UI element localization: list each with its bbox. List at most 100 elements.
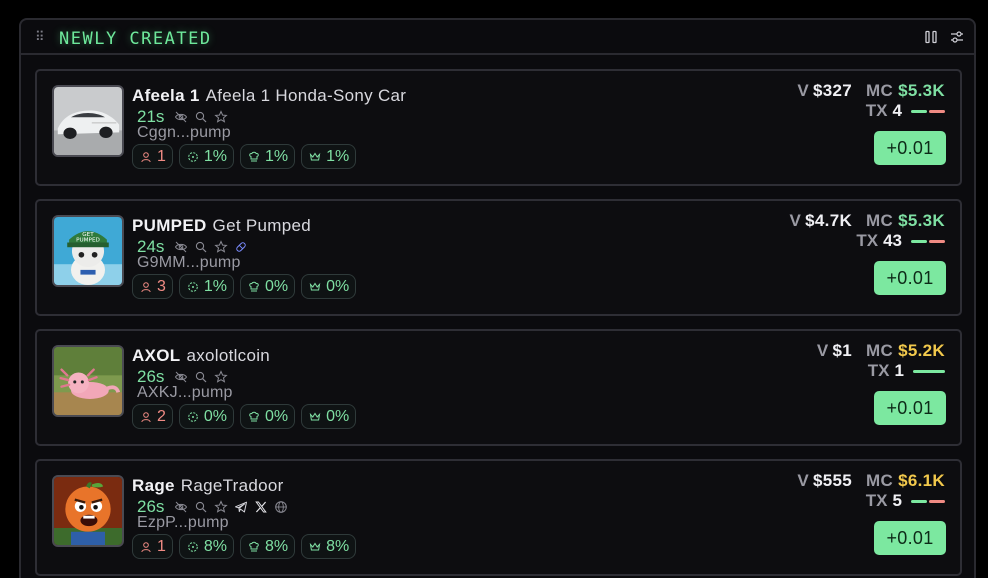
token-avatar[interactable] [52, 345, 124, 417]
star-icon[interactable] [214, 110, 229, 124]
token-avatar[interactable]: GET PUMPED [52, 215, 124, 287]
market-cap-label: MC [866, 471, 894, 490]
chef-pill: 8% [240, 534, 296, 559]
top-holders-percent: 0% [326, 277, 350, 295]
chef-pill: 0% [240, 274, 296, 299]
tx-buy-segment [913, 369, 945, 373]
market-cap-value: $5.2K [898, 341, 945, 360]
token-market-stats: V $555 MC $6.1K TX 5 [797, 471, 945, 511]
holders-pill: 1 [132, 534, 173, 559]
token-card-3[interactable]: AXOL axolotlcoin 26s AXKJ...pump 2 0% 0% … [35, 329, 962, 446]
token-name: Afeela 1 Honda-Sony Car [205, 86, 407, 105]
token-ticker: Rage [132, 476, 175, 495]
sniper-pill: 8% [178, 534, 235, 559]
drag-handle-icon[interactable]: ⠿ [35, 30, 44, 44]
token-ticker: Afeela 1 [132, 86, 200, 105]
volume-value: $4.7K [805, 211, 853, 230]
token-address[interactable]: Cggn...pump [137, 124, 231, 142]
telegram-icon[interactable] [234, 500, 248, 514]
token-address[interactable]: EzpP...pump [137, 514, 229, 532]
x-icon[interactable] [254, 500, 268, 514]
crown-icon [309, 282, 321, 290]
user-icon [141, 151, 151, 162]
search-icon[interactable] [194, 110, 208, 124]
token-name: RageTradoor [180, 476, 284, 495]
tx-label: TX [865, 491, 888, 510]
quick-buy-button[interactable]: +0.01 [874, 261, 946, 295]
crosshair-icon [188, 541, 198, 552]
axolotl-image [54, 347, 122, 415]
holders-count: 1 [157, 147, 166, 165]
chef-hat-icon [249, 151, 259, 161]
panel-title: NEWLY CREATED [59, 29, 212, 49]
crown-icon [309, 152, 321, 160]
eye-off-icon[interactable] [174, 240, 188, 254]
angry-pumpkin-image [54, 477, 122, 545]
tx-buy-segment [911, 499, 927, 503]
filter-sliders-icon[interactable] [949, 29, 965, 45]
star-icon[interactable] [214, 240, 229, 254]
token-address[interactable]: AXKJ...pump [137, 384, 233, 402]
market-cap-label: MC [866, 211, 894, 230]
star-icon[interactable] [214, 500, 229, 514]
search-icon[interactable] [194, 370, 208, 384]
volume-label: V [816, 341, 829, 360]
token-name: axolotlcoin [186, 346, 271, 365]
pumpfun-icon[interactable] [234, 240, 248, 254]
token-card-4[interactable]: Rage RageTradoor 26s EzpP...pump 1 8% 8% … [35, 459, 962, 576]
token-card-2[interactable]: GET PUMPED PUMPED Get Pumped 24s G9MM...pu… [35, 199, 962, 316]
pause-icon[interactable] [923, 29, 939, 45]
sniper-percent: 8% [203, 537, 228, 555]
token-stats: 2 0% 0% 0% [132, 404, 357, 429]
globe-icon[interactable] [274, 500, 288, 514]
token-stats: 1 8% 8% 8% [132, 534, 357, 559]
top-holders-percent: 0% [326, 407, 350, 425]
token-market-stats: V $4.7K MC $5.3K TX 43 [790, 211, 945, 251]
dev-percent: 8% [265, 537, 289, 555]
svg-text:PUMPED: PUMPED [76, 238, 100, 244]
token-ticker: PUMPED [132, 216, 207, 235]
token-card-1[interactable]: Afeela 1 Afeela 1 Honda-Sony Car 21s Cggn… [35, 69, 962, 186]
holders-count: 3 [157, 277, 166, 295]
holders-pill: 2 [132, 404, 173, 429]
volume-value: $327 [813, 81, 853, 100]
dev-percent: 1% [265, 147, 289, 165]
tx-count: 1 [894, 361, 904, 380]
token-stats: 1 1% 1% 1% [132, 144, 357, 169]
star-icon[interactable] [214, 370, 229, 384]
top-holders-pill: 0% [301, 404, 357, 429]
token-avatar[interactable] [52, 475, 124, 547]
search-icon[interactable] [194, 240, 208, 254]
eye-off-icon[interactable] [174, 370, 188, 384]
dev-percent: 0% [265, 407, 289, 425]
sniper-pill: 1% [178, 274, 235, 299]
top-holders-percent: 1% [326, 147, 350, 165]
user-icon [141, 281, 151, 292]
car-image [54, 87, 122, 155]
tx-ratio-bar [911, 239, 945, 243]
holders-pill: 1 [132, 144, 173, 169]
market-cap-value: $5.3K [898, 81, 945, 100]
quick-buy-button[interactable]: +0.01 [874, 391, 946, 425]
sniper-percent: 1% [203, 277, 228, 295]
volume-label: V [789, 211, 802, 230]
token-address[interactable]: G9MM...pump [137, 254, 241, 272]
quick-buy-button[interactable]: +0.01 [874, 521, 946, 555]
market-cap-value: $6.1K [898, 471, 945, 490]
chef-pill: 1% [240, 144, 296, 169]
eye-off-icon[interactable] [174, 500, 188, 514]
holders-count: 2 [157, 407, 166, 425]
volume-label: V [797, 471, 810, 490]
tx-count: 43 [883, 231, 902, 250]
search-icon[interactable] [194, 500, 208, 514]
token-avatar[interactable] [52, 85, 124, 157]
tx-ratio-bar [913, 369, 945, 373]
tx-sell-segment [929, 499, 945, 503]
holders-count: 1 [157, 537, 166, 555]
eye-off-icon[interactable] [174, 110, 188, 124]
tx-label: TX [867, 361, 890, 380]
cartoon-pumped-image: GETPUMPED [54, 217, 122, 285]
user-icon [141, 541, 151, 552]
sniper-pill: 1% [178, 144, 235, 169]
quick-buy-button[interactable]: +0.01 [874, 131, 946, 165]
